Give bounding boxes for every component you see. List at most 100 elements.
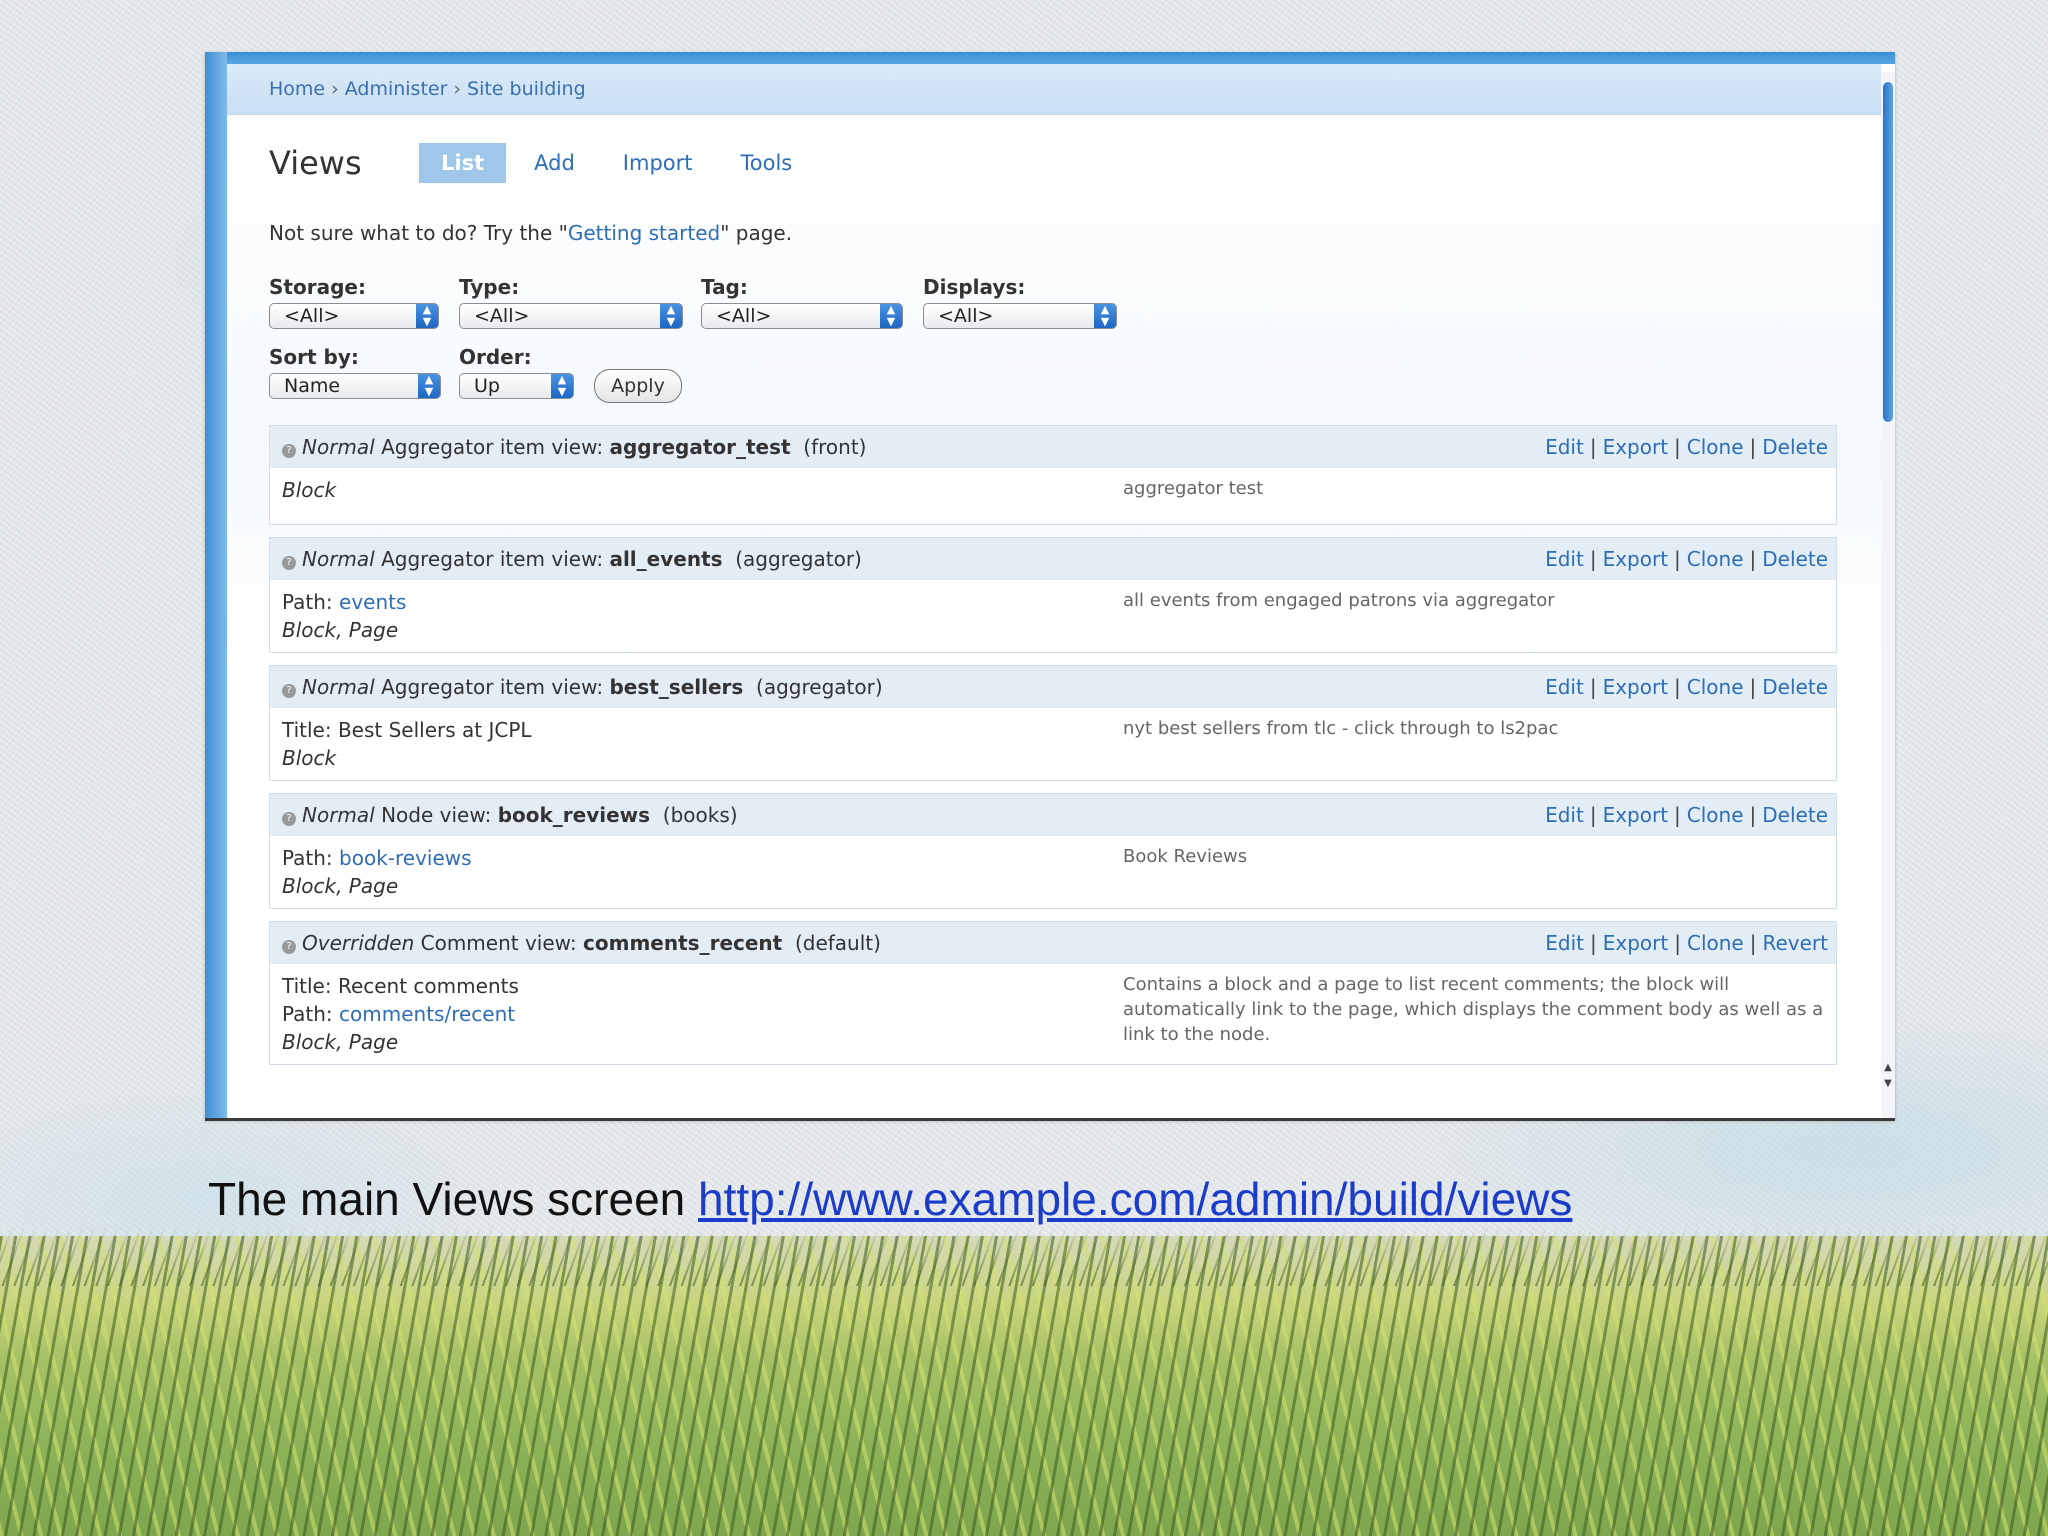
view-delete-link[interactable]: Delete <box>1762 803 1828 827</box>
tab-list[interactable]: List <box>419 143 507 183</box>
getting-started-link[interactable]: Getting started <box>568 221 720 245</box>
sort-by-select[interactable]: Name ▲ ▼ <box>269 373 441 399</box>
view-kind: Aggregator item view: <box>381 547 604 571</box>
view-path-link[interactable]: comments/recent <box>339 1002 515 1026</box>
type-filter: Type: <All> ▲ ▼ <box>459 275 683 329</box>
view-delete-link[interactable]: Delete <box>1762 675 1828 699</box>
path-prefix: Path: <box>282 1002 340 1026</box>
storage-select[interactable]: <All> ▲ ▼ <box>269 303 439 329</box>
view-body: Title: Recent comments Path: comments/rec… <box>270 964 1836 1064</box>
type-label: Type: <box>459 275 520 299</box>
ops-separator: | <box>1589 675 1597 699</box>
help-text-before: Not sure what to do? Try the " <box>269 221 568 245</box>
tag-label: Tag: <box>701 275 748 299</box>
vertical-scrollbar[interactable]: ▲ ▼ <box>1880 72 1895 1120</box>
view-kind: Aggregator item view: <box>381 435 604 459</box>
view-edit-link[interactable]: Edit <box>1545 547 1584 571</box>
help-question-icon[interactable]: ? <box>282 684 296 698</box>
displays-select[interactable]: <All> ▲ ▼ <box>923 303 1117 329</box>
view-edit-link[interactable]: Edit <box>1545 931 1584 955</box>
main-content: Views List Add Import Tools Not sure wha… <box>227 115 1881 1065</box>
tag-filter: Tag: <All> ▲ ▼ <box>701 275 903 329</box>
order-select[interactable]: Up ▲ ▼ <box>459 373 574 399</box>
type-select[interactable]: <All> ▲ ▼ <box>459 303 683 329</box>
view-description: aggregator test <box>1123 478 1264 499</box>
view-status: Normal <box>302 547 375 571</box>
view-details: Title: Recent comments Path: comments/rec… <box>282 972 1123 1056</box>
view-delete-link[interactable]: Delete <box>1762 435 1828 459</box>
view-revert-link[interactable]: Revert <box>1762 931 1828 955</box>
view-path-link[interactable]: book-reviews <box>339 846 472 870</box>
order-label: Order: <box>459 345 532 369</box>
select-arrows-icon: ▲ ▼ <box>416 304 438 328</box>
tag-select[interactable]: <All> ▲ ▼ <box>701 303 903 329</box>
tab-tools[interactable]: Tools <box>721 143 813 183</box>
help-question-icon[interactable]: ? <box>282 812 296 826</box>
view-edit-link[interactable]: Edit <box>1545 675 1584 699</box>
view-clone-link[interactable]: Clone <box>1687 435 1744 459</box>
view-row: ? Normal Aggregator item view: best_selle… <box>269 665 1837 781</box>
view-tag: (books) <box>662 803 738 827</box>
sort-by-label: Sort by: <box>269 345 359 369</box>
caption-url-link[interactable]: http://www.example.com/admin/build/views <box>698 1173 1572 1225</box>
help-question-icon[interactable]: ? <box>282 556 296 570</box>
path-prefix: Path: <box>282 846 340 870</box>
tab-import[interactable]: Import <box>603 143 713 183</box>
view-machine-name: book_reviews <box>497 803 651 827</box>
view-kind: Aggregator item view: <box>381 675 604 699</box>
select-arrows-icon: ▲ ▼ <box>551 374 573 398</box>
ops-separator: | <box>1674 803 1681 827</box>
view-delete-link[interactable]: Delete <box>1762 547 1828 571</box>
select-arrows-icon: ▲ ▼ <box>660 304 682 328</box>
view-export-link[interactable]: Export <box>1603 675 1668 699</box>
view-header: ? Normal Aggregator item view: all_events… <box>270 538 1836 580</box>
view-edit-link[interactable]: Edit <box>1545 803 1584 827</box>
view-clone-link[interactable]: Clone <box>1687 803 1744 827</box>
view-info-line: Title: Best Sellers at JCPL <box>282 718 532 742</box>
help-question-icon[interactable]: ? <box>282 444 296 458</box>
view-clone-link[interactable]: Clone <box>1687 675 1744 699</box>
view-edit-link[interactable]: Edit <box>1545 435 1584 459</box>
view-export-link[interactable]: Export <box>1603 931 1668 955</box>
help-question-icon[interactable]: ? <box>282 940 296 954</box>
view-tag: (aggregator) <box>735 547 862 571</box>
view-export-link[interactable]: Export <box>1603 435 1668 459</box>
ops-separator: | <box>1589 803 1597 827</box>
apply-button[interactable]: Apply <box>594 369 682 403</box>
view-operations: Edit | Export | Clone | Delete <box>1545 547 1828 571</box>
view-info-line: Block, Page <box>282 874 399 898</box>
view-details: Path: events Block, Page <box>282 588 1123 644</box>
view-body: Title: Best Sellers at JCPL Block nyt best… <box>270 708 1836 780</box>
scroll-arrows-icon[interactable]: ▲ ▼ <box>1881 1060 1895 1092</box>
view-tag: (default) <box>794 931 881 955</box>
view-kind: Node view: <box>381 803 492 827</box>
displays-label: Displays: <box>923 275 1026 299</box>
view-description: nyt best sellers from tlc - click throug… <box>1123 718 1559 739</box>
breadcrumb-home[interactable]: Home <box>269 78 325 100</box>
view-body: Block aggregator test <box>270 468 1836 524</box>
type-value: <All> <box>474 305 530 327</box>
browser-screenshot: ▲ ▼ Home › Administer › Site building Views L… <box>205 52 1895 1120</box>
ops-separator: | <box>1590 931 1597 955</box>
tab-add[interactable]: Add <box>514 143 595 183</box>
view-path-line: Path: events <box>282 588 1123 616</box>
view-path-line: Path: comments/recent <box>282 1000 1123 1028</box>
view-row: ? Normal Aggregator item view: all_events… <box>269 537 1837 653</box>
view-clone-link[interactable]: Clone <box>1687 547 1744 571</box>
view-header: ? Normal Aggregator item view: best_selle… <box>270 666 1836 708</box>
breadcrumb-separator: › <box>331 78 339 100</box>
breadcrumb-separator: › <box>453 78 462 100</box>
view-operations: Edit | Export | Clone | Delete <box>1545 675 1828 699</box>
view-clone-link[interactable]: Clone <box>1687 931 1744 955</box>
page-title: Views <box>269 144 362 182</box>
view-path-link[interactable]: events <box>339 590 406 614</box>
view-heading: ? Overridden Comment view: comments_recen… <box>282 931 881 955</box>
breadcrumb-administer[interactable]: Administer <box>345 78 448 100</box>
breadcrumb-site-building[interactable]: Site building <box>467 78 586 100</box>
view-export-link[interactable]: Export <box>1603 803 1668 827</box>
ops-separator: | <box>1674 675 1681 699</box>
view-export-link[interactable]: Export <box>1603 547 1668 571</box>
scrollbar-thumb[interactable] <box>1883 82 1893 422</box>
sort-by-filter: Sort by: Name ▲ ▼ <box>269 345 441 399</box>
view-description: Book Reviews <box>1123 846 1248 867</box>
